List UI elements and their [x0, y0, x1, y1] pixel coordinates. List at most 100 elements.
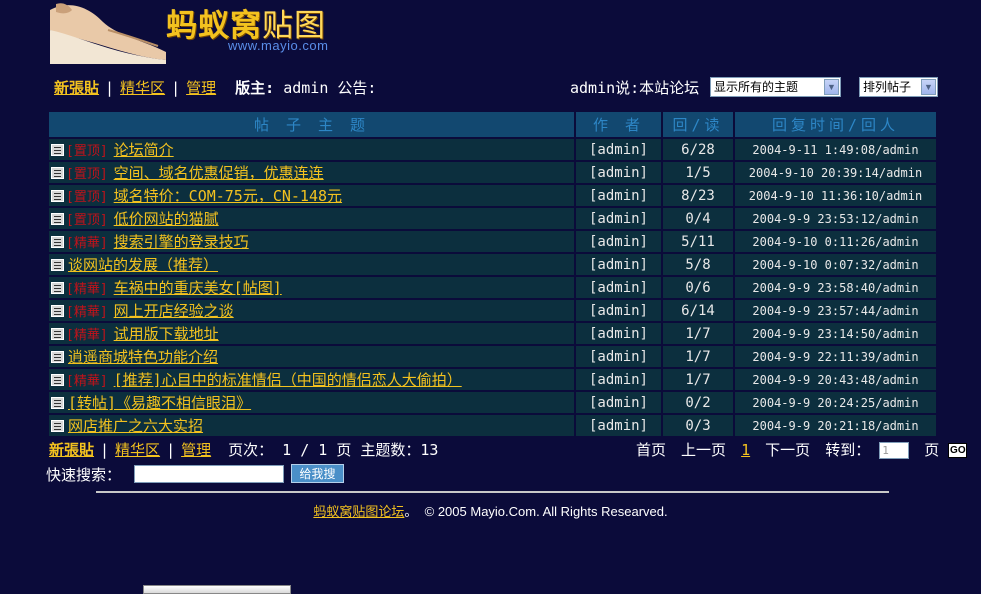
thread-list: [置顶] 论坛简介 [admin] 6/28 2004-9-11 1:49:08/adm… [49, 139, 936, 436]
thread-author[interactable]: [admin] [576, 392, 661, 413]
thread-reply-read-count: 0/3 [663, 415, 733, 436]
page-number-input[interactable]: 1 [879, 442, 910, 459]
thread-title-link[interactable]: 逍遥商城特色功能介绍 [68, 348, 218, 366]
forum-toolbar: 新張貼 | 精华区 | 管理 版主: admin 公告: admin说:本站论坛 显示所… [54, 77, 938, 99]
search-button[interactable]: 给我搜 [291, 464, 344, 483]
site-logo[interactable]: 蚂蚁窝贴图 www.mayio.com [48, 0, 358, 64]
first-page-link[interactable]: 首页 [636, 441, 666, 459]
thread-title-link[interactable]: 谈网站的发展（推荐） [68, 256, 218, 274]
chevron-down-icon[interactable]: ▼ [824, 79, 839, 95]
thread-author[interactable]: [admin] [576, 208, 661, 229]
thread-author[interactable]: [admin] [576, 346, 661, 367]
next-page-link[interactable]: 下一页 [765, 441, 810, 459]
page-unit: 页 [924, 441, 940, 459]
thread-title-link[interactable]: [转帖]《易趣不相信眼泪》 [68, 394, 251, 412]
post-icon [51, 282, 64, 294]
thread-author[interactable]: [admin] [576, 231, 661, 252]
table-row: [置顶] 域名特价：COM-75元，CN-148元 [admin] 8/23 2004-… [49, 185, 936, 206]
post-icon [51, 167, 64, 179]
thread-author[interactable]: [admin] [576, 162, 661, 183]
thread-title-link[interactable]: 车祸中的重庆美女[帖图] [114, 279, 282, 297]
taskbar-fragment [143, 585, 291, 594]
table-row: [转帖]《易趣不相信眼泪》 [admin] 0/2 2004-9-9 20:24:25… [49, 392, 936, 413]
sort-posts-select[interactable]: 排列帖子 ▼ [859, 77, 938, 97]
thread-title-link[interactable]: 低价网站的猫腻 [114, 210, 219, 228]
thread-tag: [置顶] [66, 144, 108, 159]
header-replies-reads: 回/读 [663, 112, 733, 137]
new-post-link[interactable]: 新張貼 [54, 79, 99, 97]
table-row: [置顶] 论坛简介 [admin] 6/28 2004-9-11 1:49:08/adm… [49, 139, 936, 160]
thread-last-reply: 2004-9-10 0:07:32/admin [735, 254, 936, 275]
thread-reply-read-count: 0/2 [663, 392, 733, 413]
post-icon [51, 328, 64, 340]
thread-last-reply: 2004-9-11 1:49:08/admin [735, 139, 936, 160]
thread-title-link[interactable]: 网店推广之六大实招 [68, 417, 203, 435]
post-icon [51, 213, 64, 225]
thread-title-cell: [置顶] 低价网站的猫腻 [49, 208, 574, 229]
thread-author[interactable]: [admin] [576, 254, 661, 275]
search-input[interactable] [134, 465, 284, 483]
thread-last-reply: 2004-9-9 20:24:25/admin [735, 392, 936, 413]
thread-tag: [精華] [66, 305, 108, 320]
moderator-name: admin [283, 79, 329, 97]
table-row: 逍遥商城特色功能介绍 [admin] 1/7 2004-9-9 22:11:39/ad… [49, 346, 936, 367]
footer: 蚂蚁窝贴图论坛。 © 2005 Mayio.Com. All Rights Re… [0, 501, 981, 520]
thread-title-link[interactable]: 域名特价：COM-75元，CN-148元 [114, 187, 342, 205]
separator: | [166, 441, 176, 459]
thread-author[interactable]: [admin] [576, 139, 661, 160]
thread-last-reply: 2004-9-9 20:43:48/admin [735, 369, 936, 390]
thread-last-reply: 2004-9-9 20:21:18/admin [735, 415, 936, 436]
thread-title-link[interactable]: 试用版下载地址 [114, 325, 219, 343]
thread-author[interactable]: [admin] [576, 185, 661, 206]
thread-title-cell: [精華] 网上开店经验之谈 [49, 300, 574, 321]
thread-reply-read-count: 1/7 [663, 323, 733, 344]
manage-link-bottom[interactable]: 管理 [181, 441, 211, 459]
thread-title-link[interactable]: 网上开店经验之谈 [114, 302, 234, 320]
go-button[interactable]: GO [948, 443, 968, 458]
thread-author[interactable]: [admin] [576, 277, 661, 298]
new-post-link-bottom[interactable]: 新張貼 [49, 441, 94, 459]
table-row: 网店推广之六大实招 [admin] 0/3 2004-9-9 20:21:18/adm… [49, 415, 936, 436]
chevron-down-icon[interactable]: ▼ [921, 79, 936, 95]
thread-author[interactable]: [admin] [576, 415, 661, 436]
thread-reply-read-count: 0/6 [663, 277, 733, 298]
prev-page-link[interactable]: 上一页 [681, 441, 726, 459]
table-row: [精華] 网上开店经验之谈 [admin] 6/14 2004-9-9 23:57:44… [49, 300, 936, 321]
thread-last-reply: 2004-9-10 0:11:26/admin [735, 231, 936, 252]
thread-title-cell: [精華] [推荐]心目中的标准情侣（中国的情侣恋人大偷拍） [49, 369, 574, 390]
header-author: 作 者 [576, 112, 661, 137]
current-page-link[interactable]: 1 [741, 441, 750, 459]
thread-author[interactable]: [admin] [576, 323, 661, 344]
quick-search: 快速搜索： 给我搜 [46, 464, 344, 485]
thread-title-link[interactable]: [推荐]心目中的标准情侣（中国的情侣恋人大偷拍） [114, 371, 462, 389]
forum-home-link[interactable]: 蚂蚁窝贴图论坛 [313, 505, 404, 520]
post-icon [51, 420, 64, 432]
thread-title-cell: [置顶] 域名特价：COM-75元，CN-148元 [49, 185, 574, 206]
announcement-text: admin说:本站论坛 [570, 79, 700, 97]
thread-tag: [置顶] [66, 190, 108, 205]
separator: | [105, 79, 115, 97]
thread-title-link[interactable]: 论坛简介 [114, 141, 174, 159]
bottom-toolbar: 新張貼 | 精华区 | 管理 页次： 1 / 1 页 主题数：13 [49, 439, 438, 460]
thread-title-link[interactable]: 空间、域名优惠促销，优惠连连 [114, 164, 324, 182]
thread-table: 帖 子 主 题 作 者 回/读 回复时间/回人 [置顶] 论坛简介 [admin] 6… [47, 110, 938, 438]
thread-tag: [精華] [66, 236, 108, 251]
thread-title-link[interactable]: 搜索引擎的登录技巧 [114, 233, 249, 251]
post-icon [51, 397, 64, 409]
header-last-reply: 回复时间/回人 [735, 112, 936, 137]
thread-author[interactable]: [admin] [576, 300, 661, 321]
elite-link-bottom[interactable]: 精华区 [115, 441, 160, 459]
thread-author[interactable]: [admin] [576, 369, 661, 390]
thread-title-cell: [精華] 试用版下载地址 [49, 323, 574, 344]
manage-link[interactable]: 管理 [186, 79, 216, 97]
thread-title-cell: [精華] 车祸中的重庆美女[帖图] [49, 277, 574, 298]
post-icon [51, 236, 64, 248]
thread-reply-read-count: 8/23 [663, 185, 733, 206]
header-topic: 帖 子 主 题 [49, 112, 574, 137]
elite-link[interactable]: 精华区 [120, 79, 165, 97]
thread-tag: [置顶] [66, 213, 108, 228]
table-row: [精華] 车祸中的重庆美女[帖图] [admin] 0/6 2004-9-9 23:58… [49, 277, 936, 298]
table-row: [精華] 搜索引擎的登录技巧 [admin] 5/11 2004-9-10 0:11:2… [49, 231, 936, 252]
topic-filter-select[interactable]: 显示所有的主题 ▼ [710, 77, 841, 97]
thread-title-cell: [置顶] 论坛简介 [49, 139, 574, 160]
